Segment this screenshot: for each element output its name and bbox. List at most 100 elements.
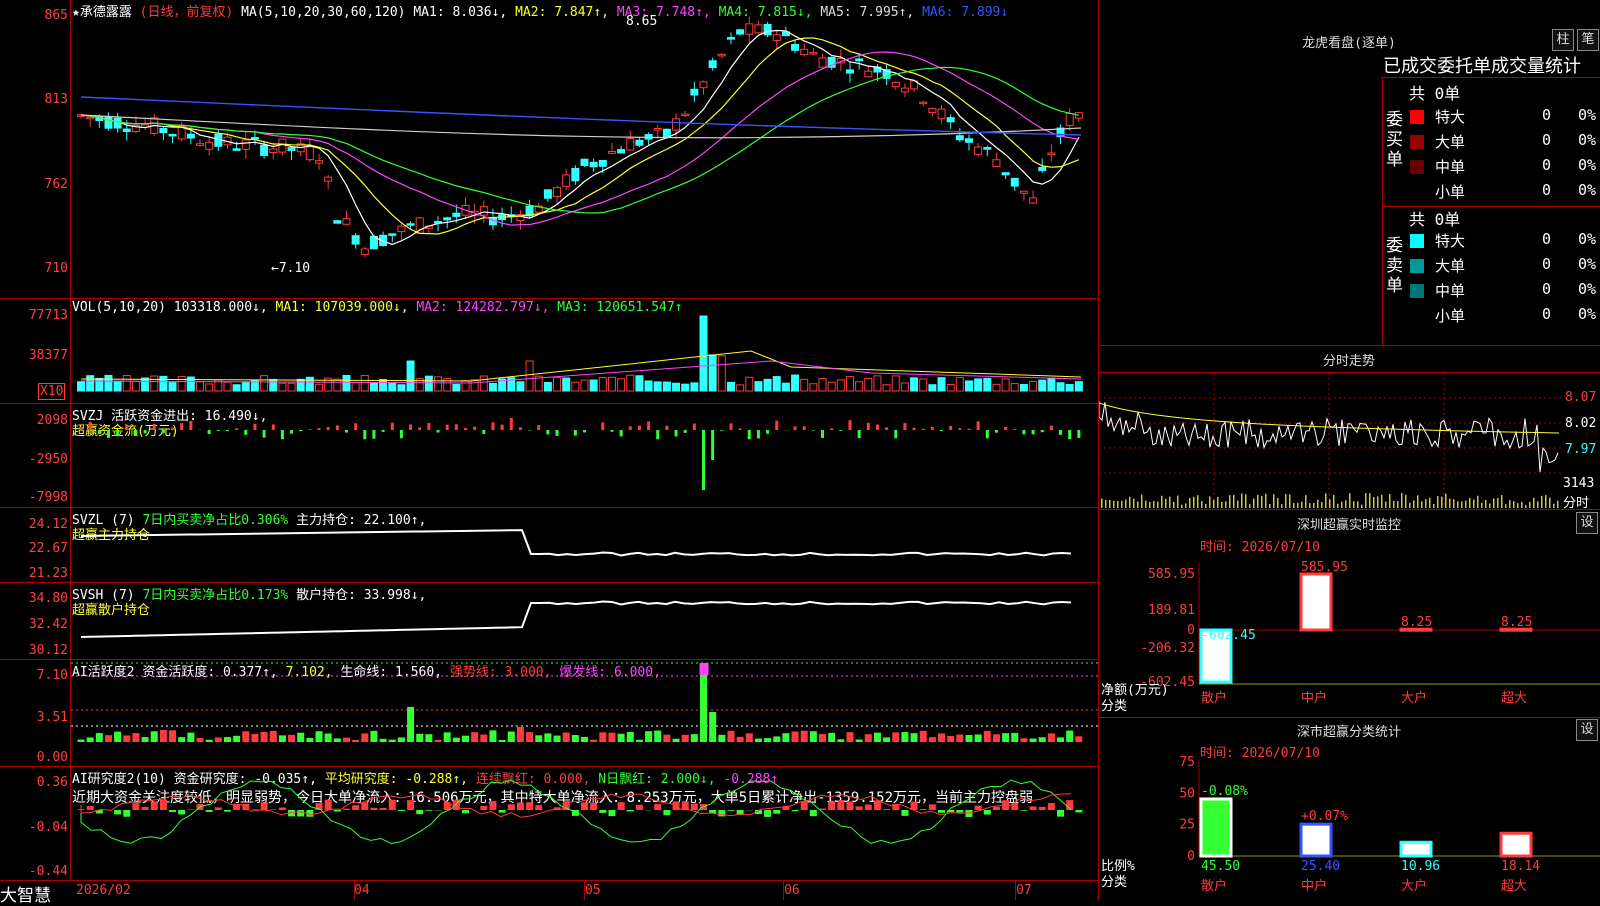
candle-body (572, 168, 579, 180)
monitor-chart: 585.95189.810-206.32-602.45-602.45散户585.… (1099, 552, 1600, 720)
buy-row: 小单00% (1410, 181, 1600, 203)
volume-bar (1066, 384, 1073, 391)
volume-bar (892, 376, 899, 391)
candle-body (846, 70, 853, 73)
intraday-vol-bar (1313, 503, 1315, 508)
activity-bar (856, 740, 863, 742)
research-bar (380, 808, 387, 810)
intraday-vol-bar (1393, 501, 1395, 508)
flow-bar (180, 423, 183, 430)
dragon-sep (1382, 77, 1383, 345)
activity-bar (1048, 733, 1055, 742)
classify-tick: 25 (1179, 818, 1195, 833)
volume-bar (636, 376, 643, 391)
monitor-tick: 189.81 (1148, 603, 1195, 618)
intraday-vol-bar (1521, 502, 1523, 508)
candle-body (105, 117, 112, 128)
flow-bar (427, 423, 430, 430)
research-bar (499, 810, 506, 813)
activity-bar (160, 730, 167, 742)
volume-bar (132, 381, 139, 391)
vol-ma-line (81, 351, 1081, 381)
classify-settings-button[interactable]: 设 (1576, 719, 1598, 741)
intraday-vol-bar (1137, 502, 1139, 508)
activity-bar (416, 734, 423, 742)
flow-bar (977, 421, 980, 430)
volume-bar (572, 382, 579, 391)
dragon-tabs[interactable]: 已成交委托单成交量统计 (1383, 52, 1581, 78)
intraday-vol-bar (1477, 496, 1479, 508)
color-swatch-icon (1410, 135, 1424, 149)
research-bar (663, 810, 670, 815)
flow-bar (336, 425, 339, 430)
research-bar (984, 810, 991, 815)
activity-bar (975, 735, 982, 742)
candle-body (654, 128, 661, 130)
activity-bar (425, 734, 432, 742)
volume-bar (160, 376, 167, 391)
volume-bar (801, 379, 808, 391)
activity-bar (618, 734, 625, 742)
tick-view-button[interactable]: 笔 (1577, 29, 1599, 51)
flow-bar (720, 430, 723, 431)
volume-bar (407, 361, 414, 391)
volume-bar (380, 380, 387, 391)
intraday-chart[interactable] (1099, 373, 1564, 508)
activity-bar (929, 737, 936, 742)
research-bar (581, 802, 588, 810)
activity-bar (215, 737, 222, 742)
ai1-tick: 3.51 (0, 710, 70, 725)
research-bar (407, 800, 414, 810)
intraday-vol-bar (1513, 501, 1515, 508)
activity-bar (261, 732, 268, 742)
bar-view-button[interactable]: 柱 (1552, 29, 1574, 51)
research-bar (352, 805, 359, 810)
classify-chart: 7550250-0.08%45.50散户+0.07%25.40中户10.96大户… (1099, 756, 1600, 900)
activity-bar (1020, 738, 1027, 742)
category-label: 散户 (1201, 690, 1227, 706)
flow-bar (729, 423, 732, 430)
candlestick-chart[interactable] (71, 0, 1098, 298)
buy-row-pct: 0% (1578, 131, 1596, 149)
flow-bar (711, 430, 714, 460)
research-bar (462, 810, 469, 813)
candle-body (764, 24, 771, 34)
research-bar (160, 800, 167, 810)
volume-bar (1030, 381, 1037, 391)
classify-xlabel: 分类 (1101, 875, 1127, 890)
net-bar-label: 585.95 (1301, 560, 1348, 575)
activity-bar (251, 734, 258, 742)
research-bar (608, 810, 615, 816)
sell-row-value: 0 (1542, 230, 1551, 248)
research-bar (1039, 807, 1046, 810)
candle-body (197, 144, 204, 146)
price-tick: 762 (0, 177, 70, 192)
classify-tick: 0 (1187, 849, 1195, 864)
flow-bar (922, 429, 925, 430)
volume-bar (361, 376, 368, 391)
intraday-vol-bar (1125, 499, 1127, 508)
volume-bar (627, 375, 634, 391)
research-bar (920, 809, 927, 810)
buy-row-value: 0 (1542, 131, 1551, 149)
intraday-vol-bar (1241, 493, 1243, 508)
monitor-tick: -206.32 (1140, 641, 1195, 656)
brand-logo[interactable]: 大智慧 (0, 881, 51, 906)
activity-bar (554, 736, 561, 742)
flow-bar (739, 428, 742, 430)
candle-body (746, 24, 753, 34)
intraday-vol-bar (1529, 502, 1531, 508)
net-bar (1301, 574, 1331, 630)
volume-bar (883, 385, 890, 391)
research-bar (114, 810, 121, 814)
monitor-settings-button[interactable]: 设 (1576, 512, 1598, 534)
flow-bar (556, 430, 559, 436)
volume-bar (901, 383, 908, 391)
candle-body (1066, 114, 1073, 126)
intraday-vol-bar (1113, 501, 1115, 508)
vol-unit-badge[interactable]: X10 (38, 383, 65, 400)
research-bar (334, 810, 341, 812)
volume-bar (700, 316, 707, 391)
candle-body (737, 30, 744, 34)
intraday-vol-bar (1101, 498, 1103, 508)
